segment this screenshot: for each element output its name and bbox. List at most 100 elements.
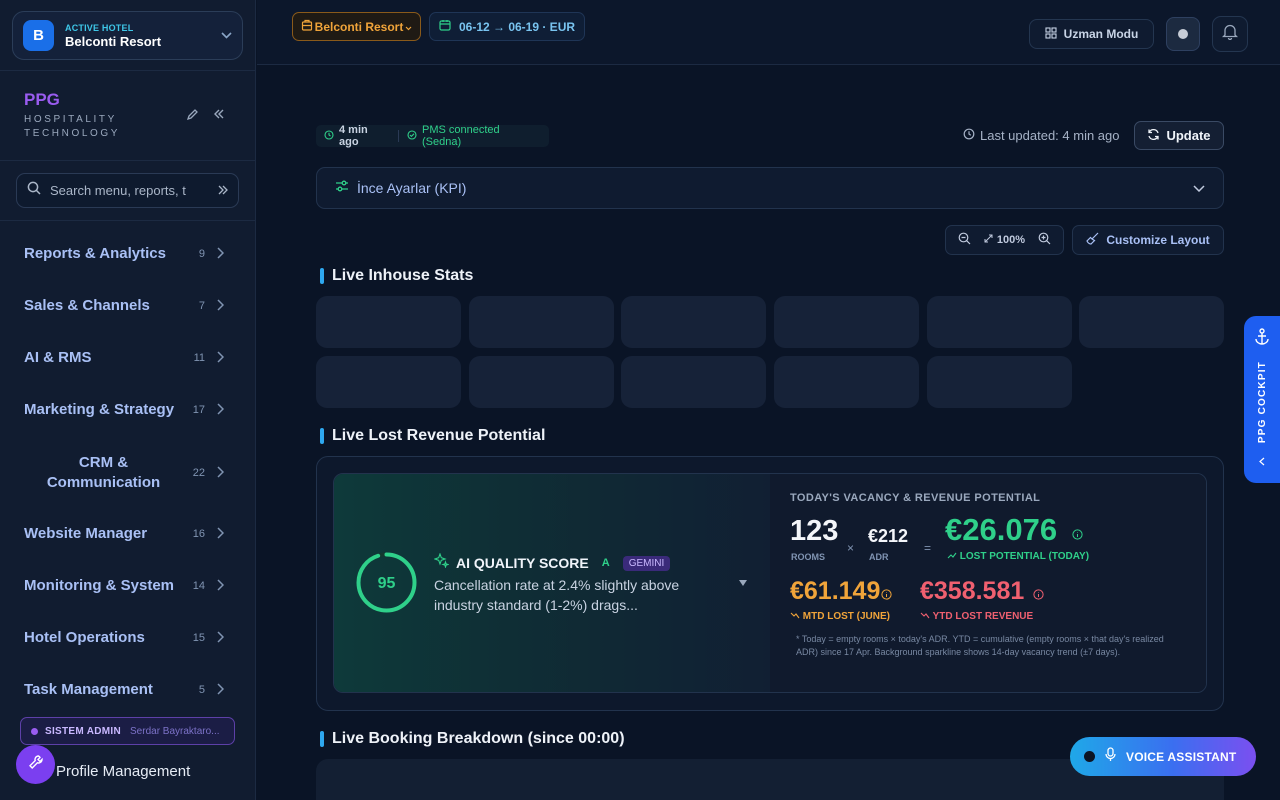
sidebar-item-task-management[interactable]: Task Management 5 xyxy=(24,681,225,698)
chevron-right-icon xyxy=(217,350,225,366)
kpi-settings-label: İnce Ayarlar (KPI) xyxy=(357,180,467,196)
zoom-in-icon[interactable] xyxy=(1038,232,1051,248)
theme-toggle-button[interactable] xyxy=(1166,17,1200,51)
ai-title-text: AI QUALITY SCORE xyxy=(456,555,589,571)
sidebar-item-crm-communication[interactable]: CRM & Communication 22 xyxy=(24,453,225,493)
ai-quality-title: AI QUALITY SCORE A GEMINI xyxy=(433,552,671,573)
profile-management-link[interactable]: Profile Management xyxy=(56,763,190,780)
tools-button[interactable] xyxy=(16,745,55,784)
admin-badge[interactable]: SISTEM ADMIN Serdar Bayraktaro... xyxy=(20,717,235,745)
section-accent xyxy=(320,268,324,284)
divider xyxy=(397,130,399,142)
ai-summary: Cancellation rate at 2.4% slightly above… xyxy=(434,577,680,613)
bell-icon xyxy=(1221,23,1239,45)
date-range: 06-12 → 06-19 · EUR xyxy=(458,19,576,34)
chevron-right-icon xyxy=(217,298,225,314)
voice-assistant-button[interactable]: VOICE ASSISTANT xyxy=(1070,737,1256,776)
rooms-value: 123 xyxy=(790,515,839,547)
date-range-selector[interactable]: 06-12 → 06-19 · EUR xyxy=(429,12,585,41)
sidebar-item-count: 11 xyxy=(193,351,205,364)
lost-potential-value: €26.076 xyxy=(945,512,1058,547)
sliders-icon xyxy=(335,179,349,198)
sidebar-item-monitoring-system[interactable]: Monitoring & System 14 xyxy=(24,577,225,594)
sidebar-item-label: Sales & Channels xyxy=(24,297,150,314)
info-icon[interactable] xyxy=(1072,527,1083,545)
ytd-lost-value: €358.581 xyxy=(920,577,1025,605)
chevron-right-icon xyxy=(217,465,225,481)
adr-value: €212 xyxy=(868,526,909,546)
sidebar-item-reports-analytics[interactable]: Reports & Analytics 9 xyxy=(24,245,225,262)
edit-icon[interactable] xyxy=(186,108,199,124)
sidebar-search[interactable]: Search menu, reports, t xyxy=(16,173,239,208)
cockpit-tab[interactable]: PPG COCKPIT xyxy=(1244,316,1280,483)
sidebar-item-label: Marketing & Strategy xyxy=(24,401,175,418)
grid-icon xyxy=(1045,26,1057,42)
brand: PPG HOSPITALITY TECHNOLOGY xyxy=(24,90,120,141)
calendar-icon xyxy=(439,19,451,34)
equals-sign: = xyxy=(924,541,932,555)
caret-down-icon[interactable] xyxy=(738,576,748,590)
sidebar-item-website-manager[interactable]: Website Manager 16 xyxy=(24,525,225,542)
stat-tile xyxy=(316,356,461,408)
times-sign: × xyxy=(847,541,855,555)
resort-selector[interactable]: Belconti Resort xyxy=(292,12,421,41)
hotel-selector[interactable]: B ACTIVE HOTEL Belconti Resort xyxy=(12,11,243,60)
brand-subtitle: HOSPITALITY TECHNOLOGY xyxy=(24,113,120,141)
sidebar-item-hotel-operations[interactable]: Hotel Operations 15 xyxy=(24,629,225,646)
info-icon[interactable] xyxy=(1033,587,1044,605)
brand-subtitle-line: HOSPITALITY xyxy=(24,114,117,125)
stat-tile xyxy=(927,356,1072,408)
collapse-sidebar-icon[interactable] xyxy=(213,108,225,124)
stat-tile xyxy=(469,356,614,408)
customize-layout-button[interactable]: Customize Layout xyxy=(1072,225,1224,255)
admin-role: SISTEM ADMIN xyxy=(45,725,122,737)
sidebar-item-ai-rms[interactable]: AI & RMS 11 xyxy=(24,349,225,366)
score-value: 95 xyxy=(378,575,396,592)
top-bar: Belconti Resort 06-12 → 06-19 · EUR Uzma… xyxy=(257,0,1280,65)
divider xyxy=(0,70,256,71)
status-dot xyxy=(31,727,38,735)
voice-assistant-label: VOICE ASSISTANT xyxy=(1126,749,1237,764)
mtd-lost-label: MTD LOST (JUNE) xyxy=(790,611,890,622)
zoom-reset[interactable]: 100% xyxy=(984,234,1025,246)
zoom-level: 100% xyxy=(996,234,1026,246)
vacancy-footnote: * Today = empty rooms × today's ADR. YTD… xyxy=(796,634,1164,657)
zoom-out-icon[interactable] xyxy=(958,232,971,248)
chevron-right-icon xyxy=(217,630,225,646)
divider xyxy=(0,160,256,161)
ytd-lost-label: YTD LOST REVENUE xyxy=(920,611,1033,622)
rooms-label: ROOMS xyxy=(791,552,826,562)
section-title-lost: Live Lost Revenue Potential xyxy=(320,427,545,445)
sidebar-item-label: Hotel Operations xyxy=(24,629,145,646)
sidebar-item-count: 16 xyxy=(192,527,205,540)
info-icon[interactable] xyxy=(881,587,892,605)
divider xyxy=(0,220,256,221)
admin-user: Serdar Bayraktaro... xyxy=(130,725,220,737)
adr-label: ADR xyxy=(869,552,889,562)
sidebar-item-label: Task Management xyxy=(24,681,153,698)
cockpit-label: PPG COCKPIT xyxy=(1256,360,1268,444)
kpi-settings-accordion[interactable]: İnce Ayarlar (KPI) xyxy=(316,167,1224,209)
notifications-button[interactable] xyxy=(1212,16,1248,52)
section-title-text: Live Booking Breakdown (since 00:00) xyxy=(332,730,625,747)
expert-mode-label: Uzman Modu xyxy=(1063,27,1139,41)
stat-tile xyxy=(621,356,766,408)
status-dot xyxy=(1084,751,1095,762)
sidebar-item-sales-channels[interactable]: Sales & Channels 7 xyxy=(24,297,225,314)
ai-quality-panel[interactable]: 95 AI QUALITY SCORE A GEMINI Cancellatio… xyxy=(334,474,770,692)
sidebar-item-label: Reports & Analytics xyxy=(24,245,166,262)
brand-subtitle-line: TECHNOLOGY xyxy=(24,128,121,139)
search-icon xyxy=(27,181,41,200)
stat-tile xyxy=(927,296,1072,348)
chevron-down-icon xyxy=(1193,179,1205,197)
sidebar-item-count: 9 xyxy=(198,247,205,260)
sidebar-item-marketing-strategy[interactable]: Marketing & Strategy 17 xyxy=(24,401,225,418)
sidebar-item-count: 17 xyxy=(192,403,205,416)
update-button[interactable]: Update xyxy=(1134,121,1224,150)
section-accent xyxy=(320,731,324,747)
section-title-inhouse: Live Inhouse Stats xyxy=(320,267,473,285)
customize-layout-label: Customize Layout xyxy=(1106,233,1210,247)
expert-mode-button[interactable]: Uzman Modu xyxy=(1029,19,1154,49)
double-chevron-right-icon[interactable] xyxy=(218,184,228,198)
chevron-right-icon xyxy=(217,526,225,542)
